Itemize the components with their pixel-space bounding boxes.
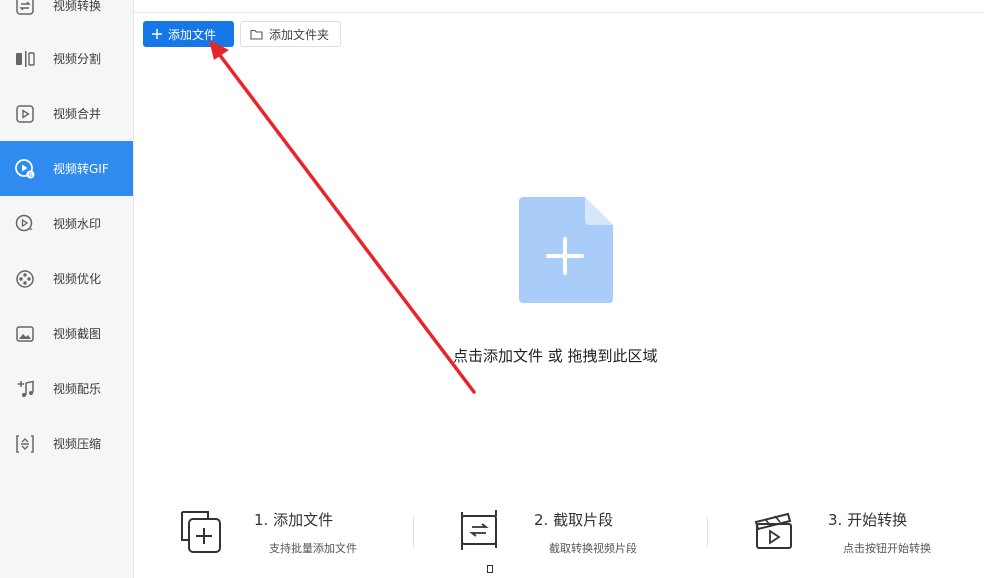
sidebar-item-label: 视频合并 <box>53 107 102 121</box>
sidebar-item-label: 视频压缩 <box>53 437 102 451</box>
sidebar-item-optimize[interactable]: 视频优化 <box>0 251 133 306</box>
sidebar-item-label: 视频转GIF <box>53 162 109 176</box>
sidebar-item-music[interactable]: 视频配乐 <box>0 361 133 416</box>
sidebar-item-compress[interactable]: 视频压缩 <box>0 416 133 471</box>
add-folder-label: 添加文件夹 <box>269 27 330 42</box>
sidebar-item-label: 视频水印 <box>53 217 102 231</box>
sidebar: 视频转换 视频分割 视频合并 G 视频转GIF 视频水印 视频优化 视频截图 视… <box>0 0 134 578</box>
add-file-icon <box>178 508 226 560</box>
sidebar-item-gif[interactable]: G 视频转GIF <box>0 141 133 196</box>
svg-text:G: G <box>29 172 33 178</box>
text-cursor-mark <box>487 565 493 573</box>
drop-zone-hint: 点击添加文件 或 拖拽到此区域 <box>453 347 658 365</box>
sidebar-item-label: 视频转换 <box>53 0 102 13</box>
step-title: 1. 添加文件 <box>254 511 334 529</box>
film-reel-icon <box>12 266 38 292</box>
split-icon <box>12 46 38 72</box>
folder-icon <box>250 29 263 40</box>
sidebar-item-convert[interactable]: 视频转换 <box>0 0 133 33</box>
sidebar-item-label: 视频优化 <box>53 272 102 286</box>
steps-bar: 1. 添加文件 支持批量添加文件 2. 截取片段 截取转换视频片段 3. 开始转… <box>134 490 984 578</box>
step-desc: 支持批量添加文件 <box>269 542 357 555</box>
sidebar-item-label: 视频截图 <box>53 327 102 341</box>
watermark-icon <box>12 211 38 237</box>
clapper-play-icon <box>753 508 797 556</box>
step-desc: 截取转换视频片段 <box>549 542 637 555</box>
step-divider <box>413 517 414 547</box>
sidebar-item-split[interactable]: 视频分割 <box>0 31 133 86</box>
add-folder-button[interactable]: 添加文件夹 <box>240 21 341 47</box>
screenshot-icon <box>12 321 38 347</box>
merge-icon <box>12 101 38 127</box>
music-icon <box>12 376 38 402</box>
top-bar-divider <box>134 0 984 13</box>
sidebar-item-watermark[interactable]: 视频水印 <box>0 196 133 251</box>
convert-icon <box>12 0 38 19</box>
sidebar-item-label: 视频分割 <box>53 52 102 66</box>
step-title: 2. 截取片段 <box>534 511 614 529</box>
sidebar-item-merge[interactable]: 视频合并 <box>0 86 133 141</box>
sidebar-item-label: 视频配乐 <box>53 382 102 396</box>
clip-icon <box>458 508 502 556</box>
sidebar-item-screenshot[interactable]: 视频截图 <box>0 306 133 361</box>
step-desc: 点击按钮开始转换 <box>843 542 931 555</box>
compress-icon <box>12 431 38 457</box>
step-title: 3. 开始转换 <box>828 511 908 529</box>
add-file-button[interactable]: 添加文件 <box>143 21 234 47</box>
add-file-label: 添加文件 <box>168 27 217 42</box>
add-file-drop-icon[interactable] <box>519 197 613 307</box>
step-divider <box>707 517 708 547</box>
plus-icon <box>152 29 162 39</box>
gif-icon: G <box>12 156 38 182</box>
